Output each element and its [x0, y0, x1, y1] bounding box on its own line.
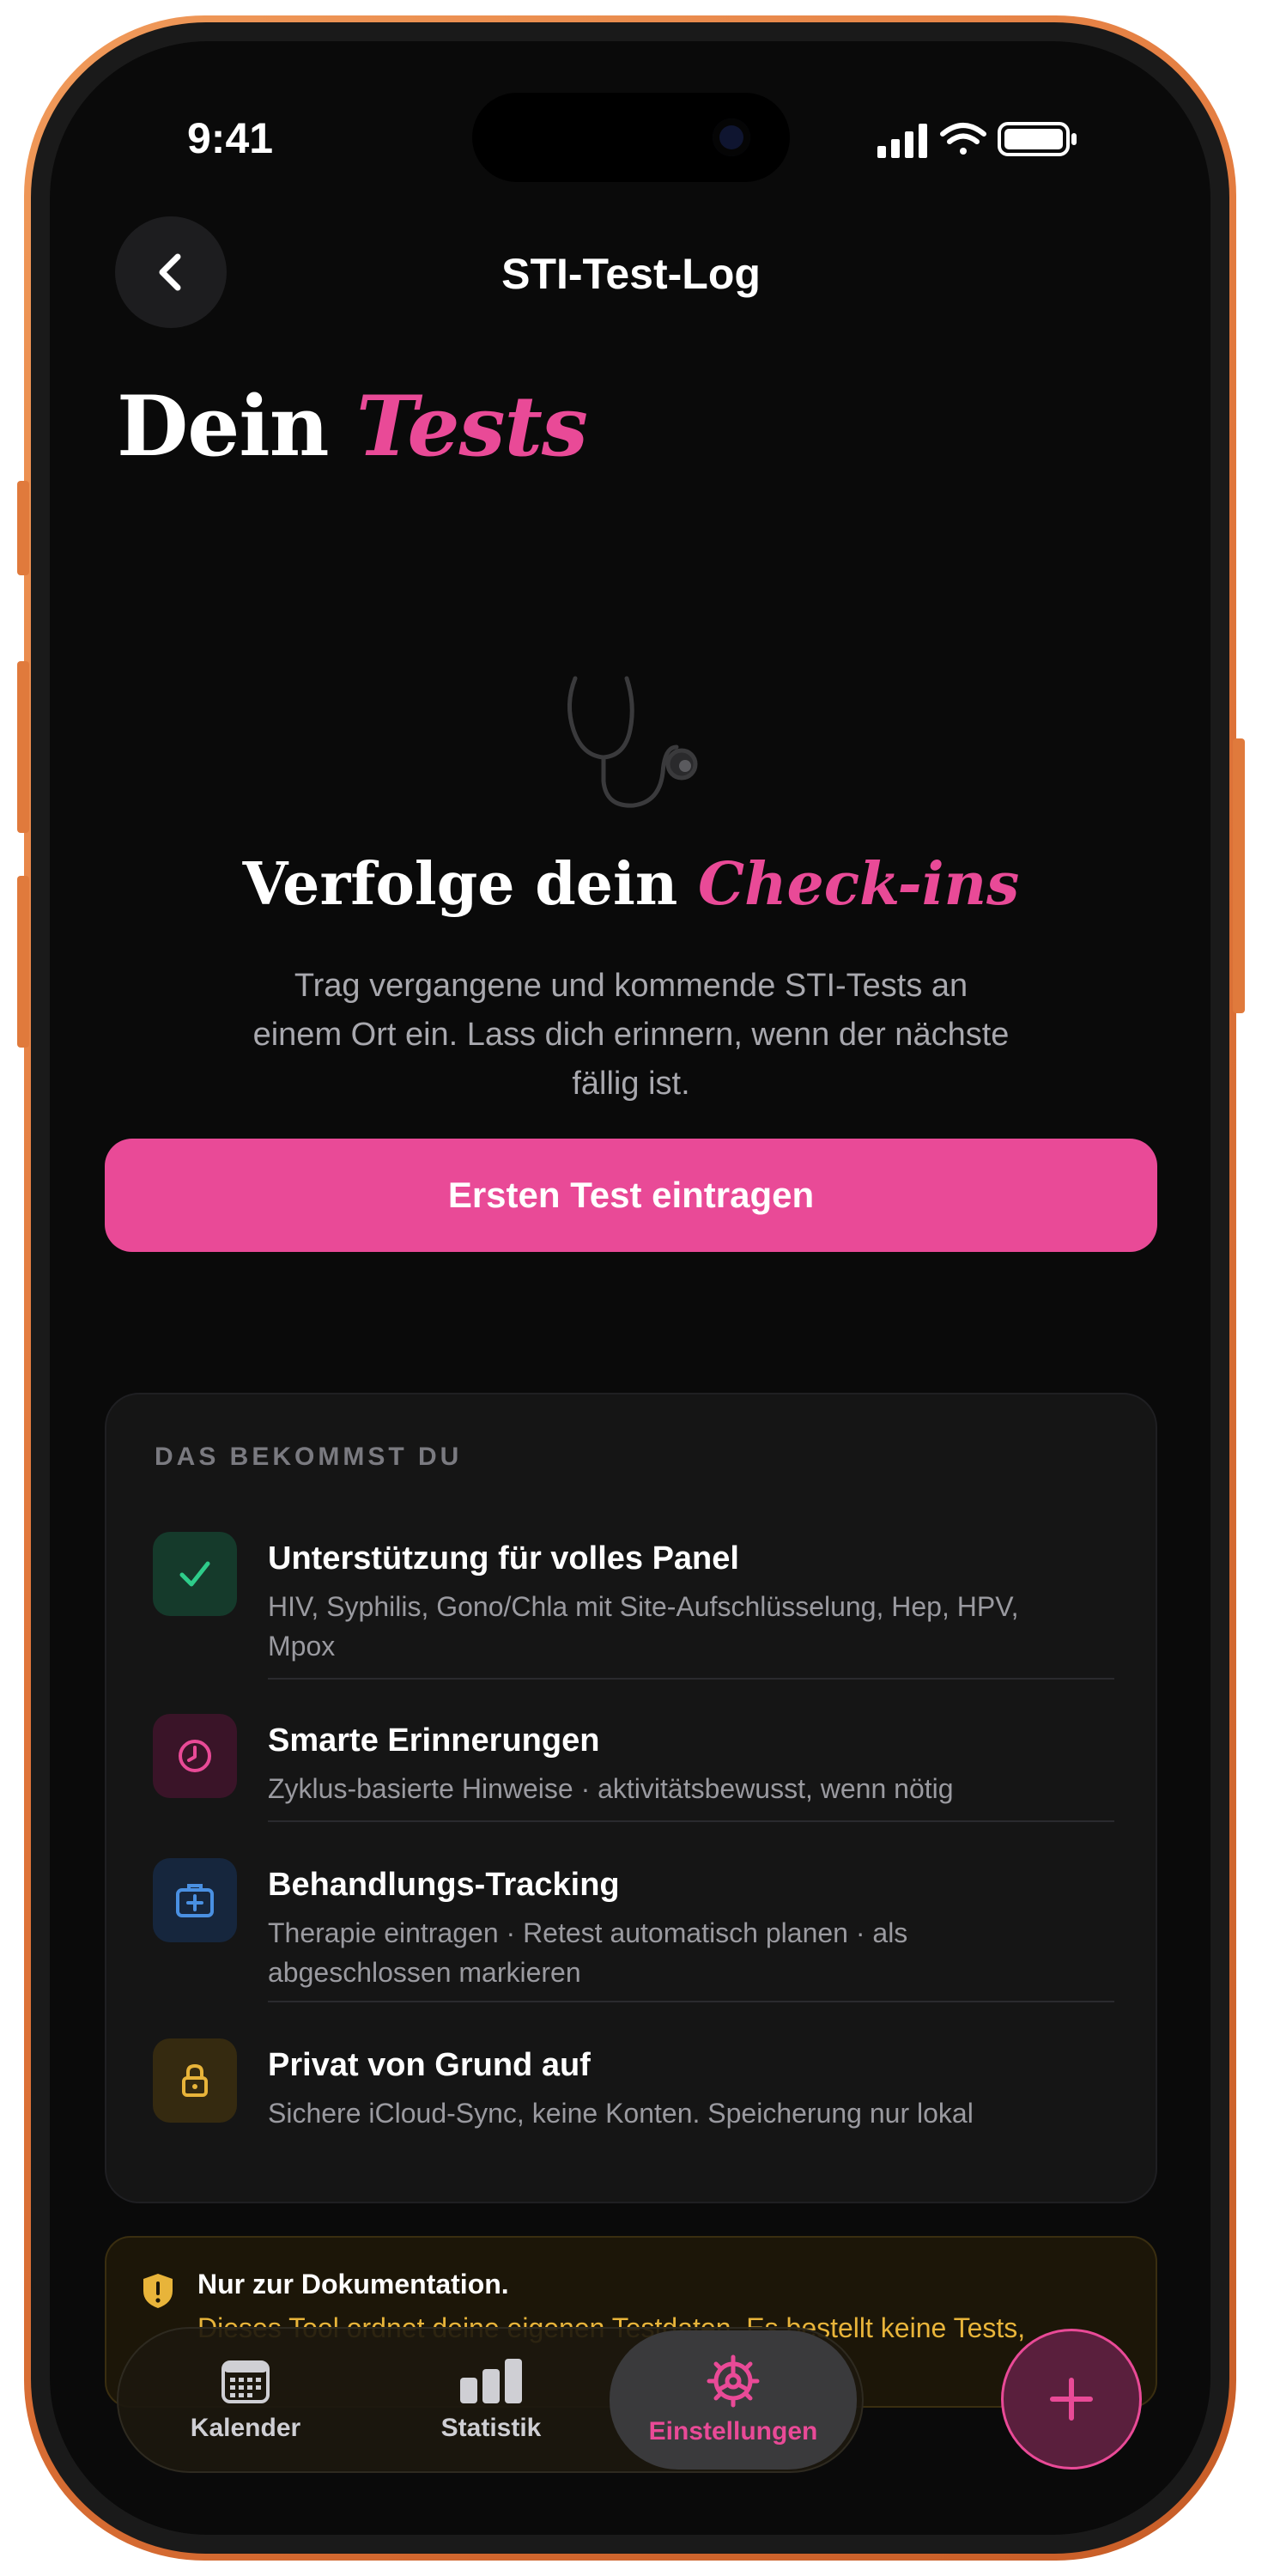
empty-state-description: Trag vergangene und kommende STI-Tests a… [252, 968, 1010, 1102]
feature-title: Behandlungs-Tracking [268, 1867, 620, 1903]
feature-description: Therapie eintragen · Retest automatisch … [268, 1917, 908, 1988]
shield-warning-icon [143, 2274, 173, 2308]
camera-icon [713, 118, 750, 156]
tab-label: Kalender [190, 2414, 301, 2442]
status-icons [877, 122, 1077, 158]
feature-description: Sichere iCloud-Sync, keine Konten. Speic… [268, 2098, 974, 2129]
divider [268, 1820, 1114, 1822]
empty-title-plain: Verfolge dein [242, 850, 698, 919]
feature-title: Unterstützung für volles Panel [268, 1540, 739, 1577]
divider [268, 2001, 1114, 2002]
action-button [17, 481, 29, 575]
tab-label: Einstellungen [648, 2417, 818, 2445]
stethoscope-icon [567, 676, 698, 808]
battery-icon [998, 122, 1077, 156]
page-title-accent: Tests [356, 378, 588, 475]
calendar-icon [221, 2360, 270, 2403]
plus-icon [1050, 2378, 1093, 2421]
feature-icon-bg [153, 1858, 237, 1942]
tab-statistik[interactable]: Statistik [371, 2329, 611, 2471]
feature-title: Smarte Erinnerungen [268, 1722, 600, 1759]
checkmark-icon [179, 1561, 210, 1587]
feature-description: HIV, Syphilis, Gono/Chla mit Site-Aufsch… [268, 1591, 1019, 1662]
feature-icon-bg [153, 1714, 237, 1798]
features-label: DAS BEKOMMST DU [155, 1443, 463, 1471]
settings-icon [707, 2354, 760, 2408]
features-card: DAS BEKOMMST DU Unterstützung für volles… [105, 1393, 1157, 2203]
feature-icon-bg [153, 1532, 237, 1616]
empty-title-accent: Check-ins [697, 850, 1020, 919]
empty-state-title: Verfolge dein Check-ins [0, 850, 1262, 919]
add-first-test-button[interactable]: Ersten Test eintragen [105, 1139, 1157, 1252]
cellular-signal-icon [877, 124, 927, 158]
status-time: 9:41 [187, 114, 274, 162]
add-test-fab[interactable] [1001, 2329, 1142, 2470]
volume-up-button [17, 661, 29, 833]
divider [268, 1678, 1114, 1680]
page-title: Dein Tests [117, 378, 588, 475]
clock-icon [179, 1740, 211, 1772]
bar-chart-icon [460, 2359, 522, 2403]
wifi-icon [940, 123, 986, 155]
tab-label: Statistik [440, 2414, 542, 2442]
tab-einstellungen[interactable]: Einstellungen [610, 2330, 857, 2470]
feature-description: Zyklus-basierte Hinweise · aktivitätsbew… [268, 1773, 954, 1804]
lock-icon [182, 2063, 208, 2097]
page-title-plain: Dein [117, 378, 357, 475]
tab-bar: Kalender Statistik Einstellungen [117, 2327, 864, 2473]
feature-icon-bg [153, 2038, 237, 2123]
feature-title: Privat von Grund auf [268, 2047, 591, 2083]
banner-title: Nur zur Dokumentation. [197, 2269, 509, 2300]
medical-kit-icon [176, 1884, 214, 1917]
tab-kalender[interactable]: Kalender [125, 2329, 366, 2471]
nav-title: STI-Test-Log [501, 250, 761, 298]
